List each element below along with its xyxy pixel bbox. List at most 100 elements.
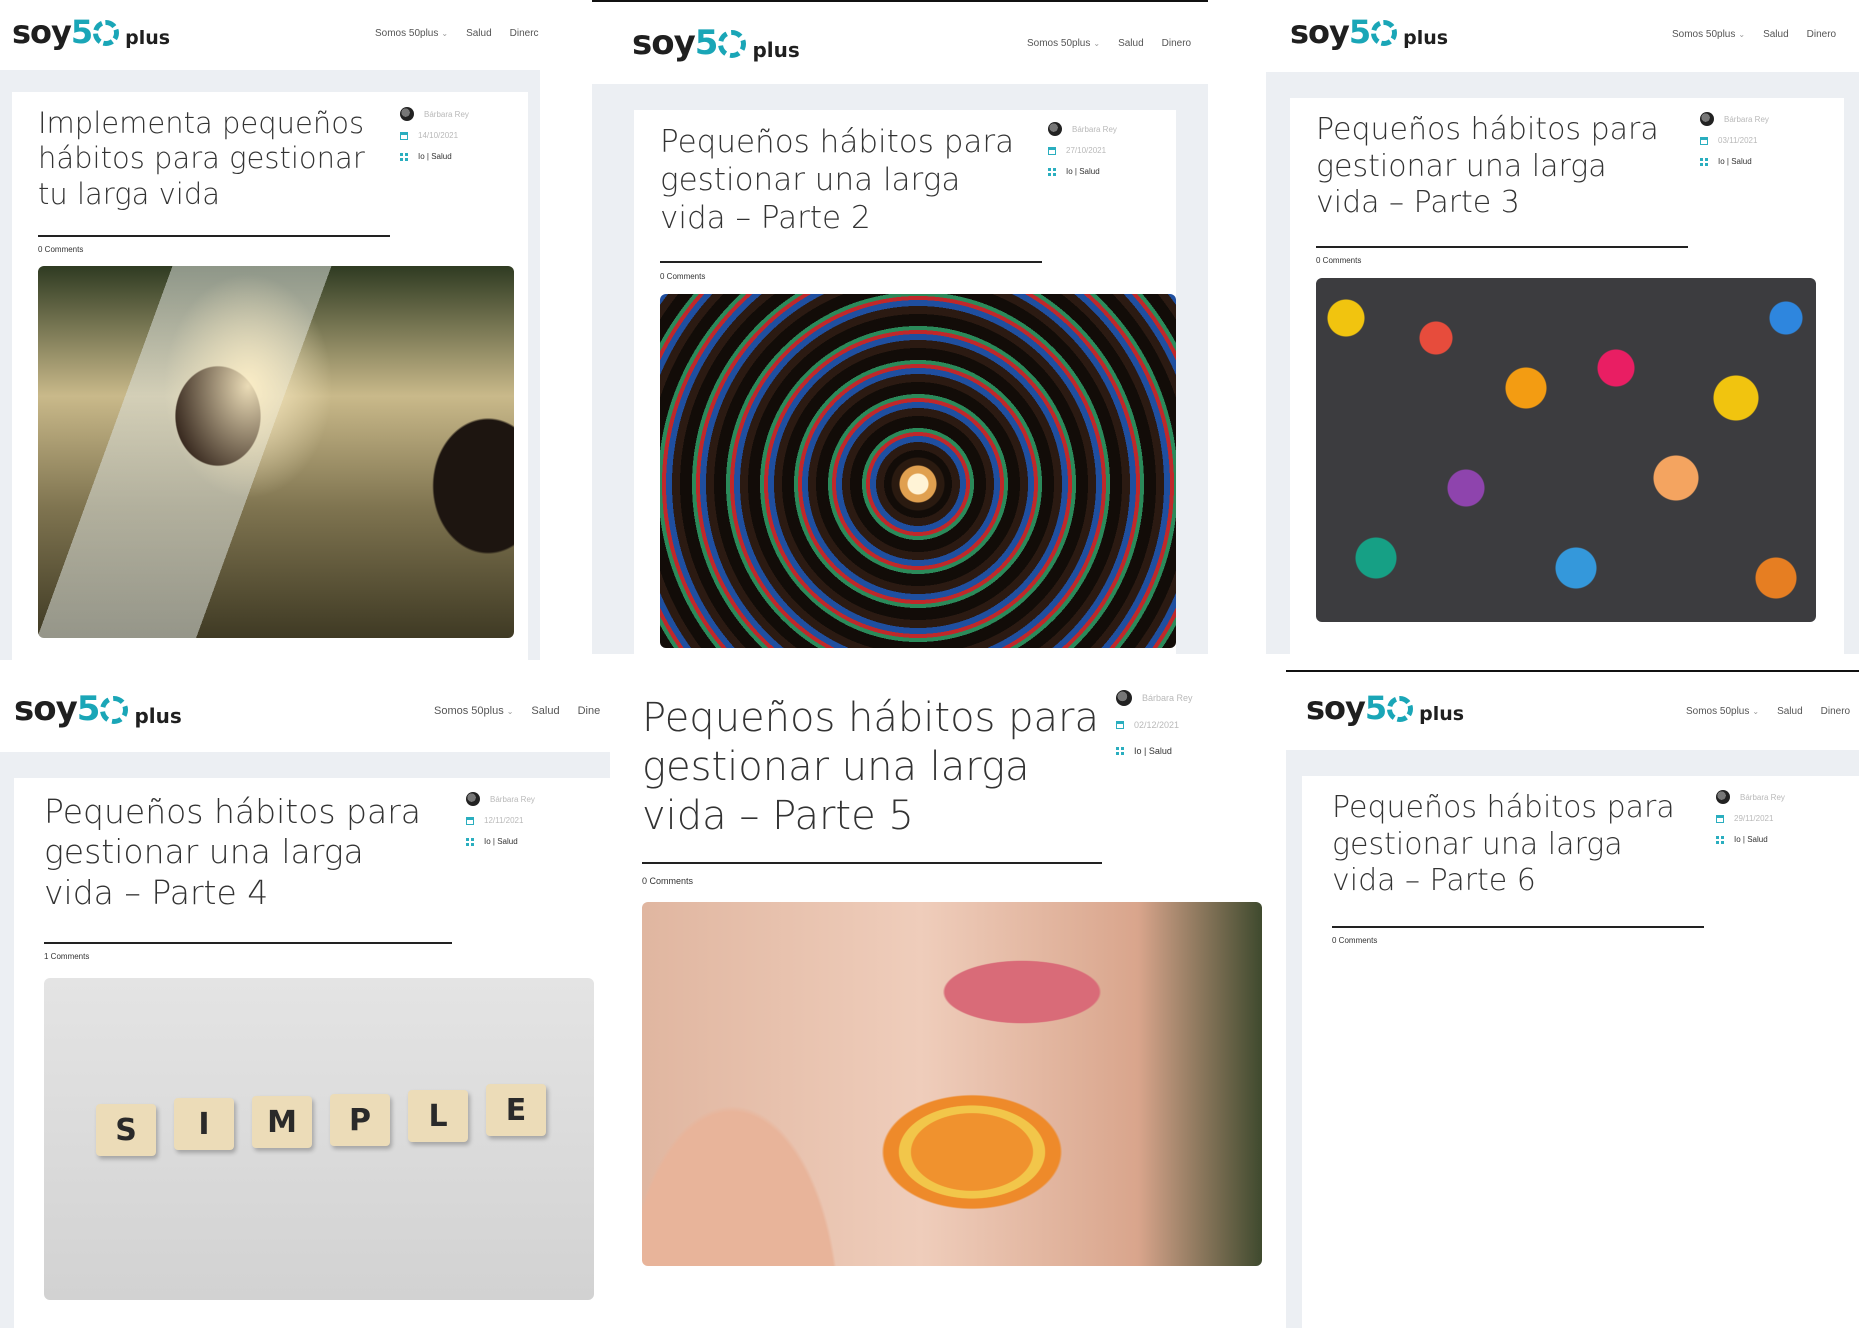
nav-dinero[interactable]: Dinero (1821, 706, 1850, 717)
nav-somos-50plus[interactable]: Somos 50plus ⌄ (1686, 706, 1759, 717)
calendar-icon (1700, 136, 1708, 145)
site-logo[interactable]: soy 5 plus (1306, 692, 1464, 724)
post-date: 12/11/2021 (484, 816, 524, 825)
post-title[interactable]: Pequeños hábitos para gestionar una larg… (660, 124, 1040, 237)
title-divider (1316, 246, 1688, 248)
post-categories[interactable]: Io | Salud (418, 152, 452, 161)
nav-dinero[interactable]: Dine (578, 705, 601, 717)
post-card: Pequeños hábitos para gestionar una larg… (14, 778, 610, 1328)
post-title[interactable]: Pequeños hábitos para gestionar una larg… (1316, 112, 1696, 222)
macaron-lips-photo[interactable] (642, 902, 1262, 1266)
post-categories[interactable]: Io | Salud (1734, 835, 1768, 844)
nav-somos-50plus[interactable]: Somos 50plus ⌄ (1672, 29, 1745, 40)
post-title[interactable]: Implementa pequeños hábitos para gestion… (38, 106, 388, 212)
scrabble-tiles: SIMPLE (96, 1084, 556, 1166)
avatar (1048, 122, 1062, 136)
nav-salud[interactable]: Salud (466, 28, 492, 39)
nav-dinero[interactable]: Dinero (1162, 38, 1191, 49)
screenshot-panel-5: Pequeños hábitos para gestionar una larg… (612, 672, 1272, 1328)
site-logo[interactable]: soy 5 plus (1290, 16, 1448, 48)
nav-salud[interactable]: Salud (1118, 38, 1144, 49)
screenshot-panel-4: soy 5 plus Somos 50plus ⌄ Salud Dine Pequ… (0, 680, 610, 1328)
title-divider (660, 261, 1042, 263)
post-meta: Bárbara Rey 14/10/2021 Io | Salud (400, 107, 469, 161)
chevron-down-icon: ⌄ (1752, 707, 1760, 716)
chevron-down-icon: ⌄ (441, 29, 449, 38)
fridge-magnets-photo[interactable] (1316, 278, 1816, 622)
scrabble-tile: I (174, 1098, 234, 1150)
post-title[interactable]: Pequeños hábitos para gestionar una larg… (44, 792, 454, 913)
nav-somos-50plus[interactable]: Somos 50plus ⌄ (1027, 38, 1100, 49)
title-divider (1332, 926, 1704, 928)
site-header: soy 5 plus Somos 50plus ⌄ Salud Dinerc (0, 0, 540, 70)
category-icon (1700, 157, 1708, 166)
nav-dinero[interactable]: Dinero (1807, 29, 1836, 40)
author-name[interactable]: Bárbara Rey (1740, 793, 1785, 802)
category-icon (1116, 747, 1124, 755)
post-meta: Bárbara Rey 29/11/2021 Io | Salud (1716, 790, 1785, 844)
category-icon (1716, 835, 1724, 844)
post-date: 27/10/2021 (1066, 146, 1107, 155)
screenshot-panel-6: soy 5 plus Somos 50plus ⌄ Salud Dinero Pe… (1286, 670, 1859, 1328)
nav-somos-50plus[interactable]: Somos 50plus ⌄ (434, 705, 513, 717)
post-date: 29/11/2021 (1734, 814, 1774, 823)
comments-count[interactable]: 0 Comments (38, 245, 83, 254)
author-name[interactable]: Bárbara Rey (1142, 693, 1193, 703)
post-categories[interactable]: Io | Salud (1066, 167, 1100, 176)
chevron-down-icon: ⌄ (506, 707, 514, 716)
post-card: Pequeños hábitos para gestionar una larg… (634, 110, 1176, 654)
post-categories[interactable]: Io | Salud (484, 837, 518, 846)
site-logo[interactable]: soy 5 plus (12, 16, 170, 48)
site-header: soy 5 plus Somos 50plus ⌄ Salud Dinero (1286, 672, 1859, 750)
post-card: Pequeños hábitos para gestionar una larg… (1302, 776, 1859, 1328)
author-name[interactable]: Bárbara Rey (490, 795, 535, 804)
logo-ring-icon (93, 20, 120, 46)
scrabble-tile: M (252, 1096, 312, 1148)
comments-count[interactable]: 0 Comments (660, 272, 705, 281)
post-card: Implementa pequeños hábitos para gestion… (12, 92, 528, 660)
logo-ring-icon (1387, 696, 1414, 722)
nav-salud[interactable]: Salud (1763, 29, 1789, 40)
stained-glass-spiral-photo[interactable] (660, 294, 1176, 648)
post-categories[interactable]: Io | Salud (1718, 157, 1752, 166)
post-categories[interactable]: Io | Salud (1134, 746, 1172, 756)
site-logo[interactable]: soy 5 plus (632, 26, 800, 60)
avatar (1116, 690, 1132, 706)
calendar-icon (466, 816, 474, 825)
comments-count[interactable]: 0 Comments (642, 876, 693, 886)
scrabble-simple-photo[interactable]: SIMPLE (44, 978, 594, 1300)
author-name[interactable]: Bárbara Rey (424, 110, 469, 119)
main-nav: Somos 50plus ⌄ Salud Dinero (1672, 29, 1836, 40)
post-date: 03/11/2021 (1718, 136, 1758, 145)
post-card: Pequeños hábitos para gestionar una larg… (612, 672, 1272, 1328)
author-name[interactable]: Bárbara Rey (1072, 125, 1117, 134)
nav-salud[interactable]: Salud (1777, 706, 1803, 717)
site-header: soy 5 plus Somos 50plus ⌄ Salud Dinero (1266, 0, 1859, 72)
comments-count[interactable]: 1 Comments (44, 952, 89, 961)
logo-ring-icon (100, 696, 129, 724)
avatar (1716, 790, 1730, 804)
chevron-down-icon: ⌄ (1093, 39, 1101, 48)
avatar (1700, 112, 1714, 126)
site-logo[interactable]: soy 5 plus (14, 692, 182, 726)
main-nav: Somos 50plus ⌄ Salud Dine (434, 705, 600, 717)
comments-count[interactable]: 0 Comments (1332, 936, 1377, 945)
scrabble-tile: P (330, 1094, 390, 1146)
nav-salud[interactable]: Salud (531, 705, 559, 717)
scrabble-tile: E (486, 1084, 546, 1136)
woman-mirror-photo[interactable] (38, 266, 514, 638)
nav-somos-50plus[interactable]: Somos 50plus ⌄ (375, 28, 448, 39)
category-icon (466, 837, 474, 846)
post-title[interactable]: Pequeños hábitos para gestionar una larg… (642, 694, 1112, 840)
post-title[interactable]: Pequeños hábitos para gestionar una larg… (1332, 790, 1712, 900)
screenshot-panel-1: soy 5 plus Somos 50plus ⌄ Salud Dinerc Im… (0, 0, 540, 660)
title-divider (44, 942, 452, 944)
nav-dinero[interactable]: Dinerc (510, 28, 539, 39)
runner-road-photo[interactable] (1332, 960, 1832, 1306)
comments-count[interactable]: 0 Comments (1316, 256, 1361, 265)
author-name[interactable]: Bárbara Rey (1724, 115, 1769, 124)
post-date: 02/12/2021 (1134, 720, 1180, 730)
post-meta: Bárbara Rey 27/10/2021 Io | Salud (1048, 122, 1117, 176)
calendar-icon (400, 131, 408, 140)
title-divider (642, 862, 1102, 864)
